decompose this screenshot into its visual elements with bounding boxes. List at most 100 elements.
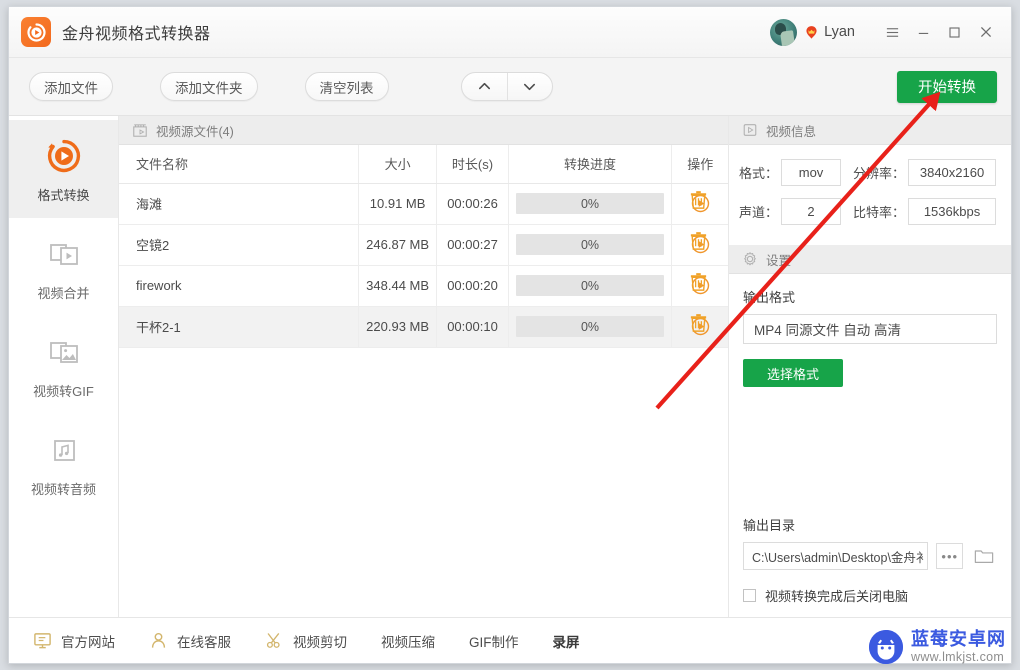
vip-crown-icon — [804, 25, 819, 40]
video-merge-icon — [47, 233, 81, 275]
table-row[interactable]: 海滩 10.91 MB 00:00:26 0% — [119, 183, 728, 225]
cell-duration: 00:00:10 — [436, 306, 509, 348]
cell-duration: 00:00:26 — [436, 183, 509, 225]
sidebar-item-label: 视频合并 — [37, 285, 90, 301]
video-info-row-1: 格式： mov 分辨率： 3840x2160 — [739, 159, 1001, 186]
add-file-button[interactable]: 添加文件 — [29, 72, 113, 101]
cell-filename: 空镜2 — [119, 224, 359, 266]
source-files-header: 视频源文件(4) — [119, 116, 728, 145]
minimize-icon[interactable] — [908, 17, 939, 47]
video-info-icon — [742, 122, 758, 138]
output-format-value[interactable]: MP4 同源文件 自动 高清 — [743, 314, 997, 344]
maximize-icon[interactable] — [939, 17, 970, 47]
sidebar-item-label: 格式转换 — [37, 187, 90, 203]
shutdown-checkbox-row[interactable]: 视频转换完成后关闭电脑 — [743, 586, 997, 605]
user-name[interactable]: Lyan — [824, 24, 855, 40]
output-directory-label: 输出目录 — [743, 518, 796, 533]
choose-format-button[interactable]: 选择格式 — [743, 359, 843, 387]
output-format-label: 输出格式 — [743, 290, 796, 305]
progress-label: 0% — [580, 196, 600, 211]
avatar[interactable] — [770, 18, 798, 46]
format-value: mov — [781, 159, 842, 186]
progress-label: 0% — [580, 278, 600, 293]
play-circle-icon[interactable] — [687, 232, 713, 258]
sidebar-item-format-convert[interactable]: 格式转换 — [9, 120, 118, 218]
add-folder-button[interactable]: 添加文件夹 — [160, 72, 258, 101]
video-info-body: 格式： mov 分辨率： 3840x2160 声道： 2 比特率： 1536kb… — [729, 145, 1011, 245]
output-directory-block: 输出目录 C:\Users\admin\Desktop\金舟衤 ••• 视频转换… — [743, 515, 997, 617]
channel-value: 2 — [781, 198, 842, 225]
chevron-down-icon[interactable] — [506, 73, 552, 100]
cell-filename: 海滩 — [119, 183, 359, 225]
video-to-gif-icon — [47, 331, 81, 373]
play-circle-icon[interactable] — [687, 273, 713, 299]
play-circle-icon[interactable] — [687, 314, 713, 340]
footer-item-screen-record[interactable]: 录屏 — [553, 631, 580, 651]
footer-item-label: 官方网站 — [61, 634, 115, 650]
cell-duration: 00:00:27 — [436, 224, 509, 266]
footer-item-label: 在线客服 — [177, 634, 231, 650]
hamburger-menu-icon[interactable] — [877, 17, 908, 47]
shutdown-checkbox-label: 视频转换完成后关闭电脑 — [765, 589, 909, 604]
cell-progress: 0% — [507, 306, 672, 348]
cell-actions — [671, 224, 728, 266]
bitrate-label: 比特率： — [853, 205, 906, 220]
cell-actions — [671, 265, 728, 307]
clear-list-button[interactable]: 清空列表 — [304, 72, 389, 101]
progress-label: 0% — [580, 319, 600, 334]
table-row[interactable]: 空镜2 246.87 MB 00:00:27 0% — [119, 224, 728, 266]
watermark-text-group: 蓝莓安卓网 www.lmkjst.com — [911, 630, 1006, 664]
column-header-size: 大小 — [357, 145, 437, 184]
footer-item-label: 视频剪切 — [293, 634, 347, 650]
sort-button-group — [460, 72, 553, 101]
cell-progress: 0% — [507, 224, 672, 266]
cell-size: 220.93 MB — [357, 306, 437, 348]
titlebar-right-group: Lyan — [770, 17, 1001, 47]
footer-item-video-compress[interactable]: 视频压缩 — [381, 631, 435, 651]
file-table: 文件名称 大小 时长(s) 转换进度 操作 海滩 10.91 MB 00:00:… — [119, 145, 728, 348]
footer-item-video-cut[interactable]: 视频剪切 — [265, 631, 347, 651]
footer-item-official-website[interactable]: 官方网站 — [33, 631, 115, 651]
bitrate-value: 1536kbps — [908, 198, 997, 225]
footer-item-label: 视频压缩 — [381, 634, 435, 650]
progress-label: 0% — [580, 237, 600, 252]
sidebar-item-video-merge[interactable]: 视频合并 — [9, 218, 118, 316]
table-row[interactable]: 干杯2-1 220.93 MB 00:00:10 0% — [119, 306, 728, 348]
column-header-duration: 时长(s) — [436, 145, 509, 184]
footer-item-online-support[interactable]: 在线客服 — [149, 631, 231, 651]
file-list-panel: 视频源文件(4) 文件名称 大小 时长(s) 转换进度 操作 海滩 10.91 … — [119, 116, 729, 617]
shutdown-checkbox[interactable] — [743, 589, 756, 602]
cell-progress: 0% — [507, 265, 672, 307]
cell-size: 10.91 MB — [357, 183, 437, 225]
window-controls — [877, 17, 1001, 47]
app-title: 金舟视频格式转换器 — [62, 26, 211, 43]
table-row[interactable]: firework 348.44 MB 00:00:20 0% — [119, 265, 728, 307]
footer-item-gif-maker[interactable]: GIF制作 — [469, 631, 519, 651]
film-clip-icon — [132, 122, 148, 138]
watermark-logo-icon — [869, 630, 903, 664]
settings-title: 设置 — [766, 253, 792, 268]
sidebar-item-label: 视频转音频 — [30, 481, 96, 497]
footer-item-label: 录屏 — [552, 634, 580, 650]
app-logo-icon — [21, 17, 51, 47]
video-info-header: 视频信息 — [729, 116, 1011, 145]
main-toolbar: 添加文件 添加文件夹 清空列表 开始转换 — [9, 58, 1011, 116]
folder-icon[interactable] — [971, 543, 997, 569]
chevron-up-icon[interactable] — [462, 73, 507, 100]
format-convert-icon — [46, 135, 82, 177]
cell-actions — [671, 306, 728, 348]
play-circle-icon[interactable] — [687, 191, 713, 217]
sidebar-item-video-to-gif[interactable]: 视频转GIF — [9, 316, 118, 414]
cell-filename: 干杯2-1 — [119, 306, 359, 348]
resolution-value: 3840x2160 — [908, 159, 997, 186]
resolution-label: 分辨率： — [853, 166, 906, 181]
sidebar-item-video-to-audio[interactable]: 视频转音频 — [9, 414, 118, 512]
title-bar: 金舟视频格式转换器 Lyan — [9, 7, 1011, 58]
close-icon[interactable] — [970, 17, 1001, 47]
site-watermark: 蓝莓安卓网 www.lmkjst.com — [869, 630, 1006, 664]
browse-directory-button[interactable]: ••• — [936, 543, 964, 569]
output-directory-input[interactable]: C:\Users\admin\Desktop\金舟衤 — [743, 542, 929, 570]
cell-actions — [671, 183, 728, 225]
footer-bar: 官方网站 在线客服 视频剪切 视频压缩 GIF制作 录屏 — [9, 617, 1011, 663]
start-convert-button[interactable]: 开始转换 — [897, 70, 997, 103]
